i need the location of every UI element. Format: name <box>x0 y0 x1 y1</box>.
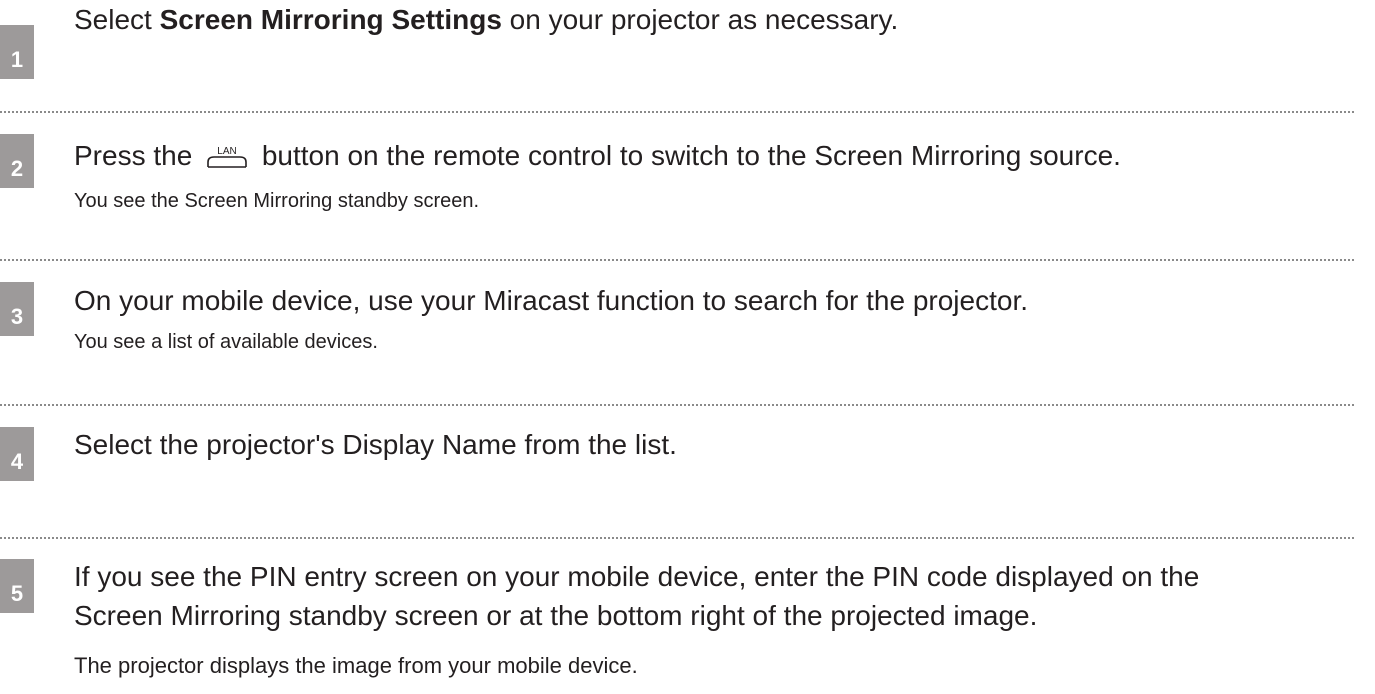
step-number-badge: 2 <box>0 134 34 188</box>
instruction-text: on your projector as necessary. <box>501 4 899 35</box>
step-number: 4 <box>10 449 24 474</box>
step-instruction: On your mobile device, use your Miracast… <box>74 285 1029 316</box>
instruction-text: Select <box>74 4 160 35</box>
step-result: The projector displays the image from yo… <box>74 653 638 678</box>
step-result: You see the Screen Mirroring standby scr… <box>74 190 480 212</box>
step-instruction: Select the projector's Display Name from… <box>74 429 677 460</box>
instruction-line: If you see the PIN entry screen on your … <box>74 561 1200 592</box>
instruction-line: Screen Mirroring standby screen or at th… <box>74 600 1038 631</box>
step-number-badge: 4 <box>0 427 34 481</box>
lan-remote-button-icon: LAN <box>206 145 248 168</box>
step-instruction: Select Screen Mirroring Settings on your… <box>74 0 898 39</box>
step-number: 1 <box>10 47 24 72</box>
step-instruction: Press the LAN button on the remote contr… <box>74 136 1121 175</box>
instruction-text: button on the remote control to switch t… <box>254 140 1121 171</box>
step-number: 3 <box>10 304 24 329</box>
step-number-badge: 5 <box>0 559 34 613</box>
step-number: 5 <box>10 581 24 606</box>
step-number-badge: 1 <box>0 25 34 79</box>
step-divider <box>0 259 1354 261</box>
step-divider <box>0 537 1354 539</box>
setting-name: Screen Mirroring Settings <box>159 4 502 35</box>
step-divider <box>0 404 1354 406</box>
instruction-text: Press the <box>74 140 201 171</box>
step-number-badge: 3 <box>0 282 34 336</box>
step-divider <box>0 111 1354 113</box>
step-result: You see a list of available devices. <box>74 331 378 353</box>
step-instruction: If you see the PIN entry screen on your … <box>74 557 1199 635</box>
lan-button-label: LAN <box>217 146 236 157</box>
step-number: 2 <box>10 156 24 181</box>
